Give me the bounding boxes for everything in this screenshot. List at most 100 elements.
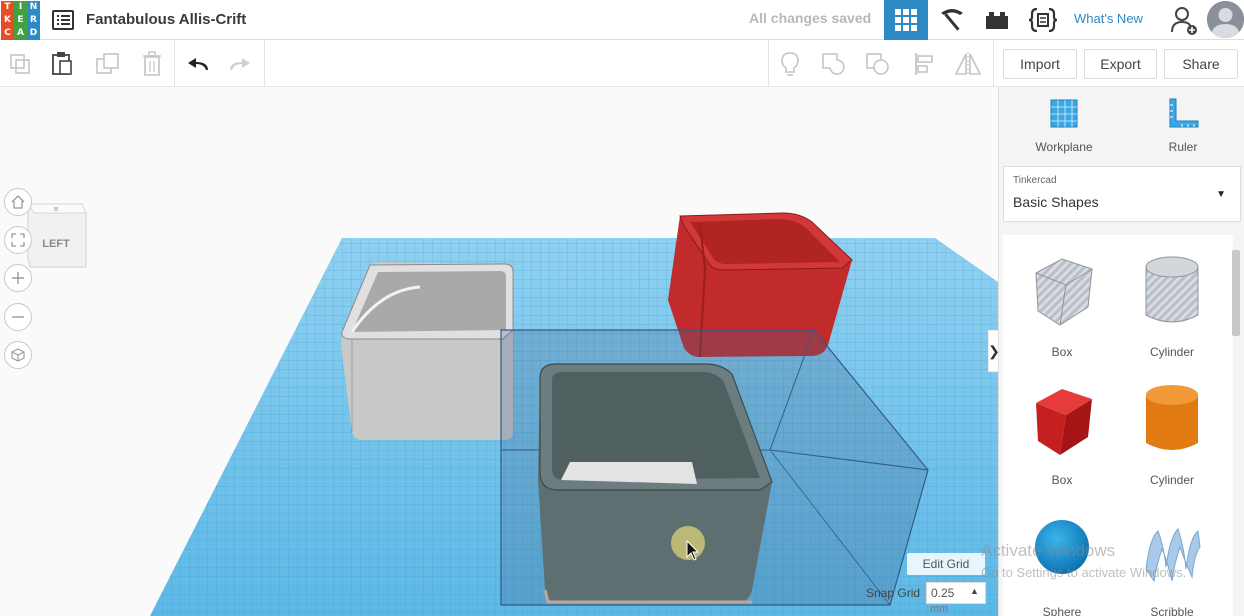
view-cube-face-label: LEFT — [42, 238, 70, 250]
shape-label: Box — [1051, 345, 1073, 359]
fit-view-button[interactable] — [4, 226, 32, 254]
3d-workplane-viewport[interactable]: ≡ LEFT — [0, 87, 998, 616]
redo-button[interactable] — [220, 40, 260, 87]
activate-windows-subtitle: Go to Settings to activate Windows. — [981, 565, 1187, 580]
shapes-panel: Workplane Ruler Tinkercad Basic Shapes ▼ — [998, 87, 1244, 616]
library-name: Basic Shapes — [1013, 194, 1099, 210]
paste-icon — [52, 51, 72, 75]
undo-arrow-icon — [188, 57, 208, 70]
shape-label: Sphere — [1042, 605, 1082, 616]
logo-letter: D — [27, 26, 40, 40]
caret-down-icon: ▼ — [1216, 189, 1226, 200]
grey-box-shape[interactable] — [341, 262, 514, 440]
mirror-icon — [954, 51, 982, 76]
scrollbar-thumb[interactable] — [1232, 250, 1240, 336]
perspective-button[interactable] — [4, 341, 32, 369]
shape-tile-scribble[interactable]: Scribble — [1117, 505, 1227, 616]
shape-tile-box-hole[interactable]: Box — [1007, 245, 1117, 365]
align-button[interactable] — [904, 40, 944, 87]
selected-dark-box-shape[interactable] — [538, 363, 773, 604]
fit-to-view-icon — [11, 233, 25, 247]
logo-letter: N — [27, 0, 40, 14]
shape-tile-box-solid[interactable]: Box — [1007, 373, 1117, 493]
cylinder-solid-icon — [1146, 385, 1198, 450]
shape-label: Box — [1051, 473, 1073, 487]
trash-icon — [143, 50, 161, 76]
ruler-tool[interactable]: Ruler — [1133, 97, 1233, 154]
invite-user-button[interactable] — [1166, 0, 1202, 40]
workplane-tool[interactable]: Workplane — [1014, 97, 1114, 154]
lego-bricks-button[interactable] — [976, 0, 1018, 40]
whats-new-link[interactable]: What's New — [1074, 11, 1143, 26]
workplane-scene[interactable] — [0, 87, 998, 616]
notes-button[interactable] — [770, 40, 810, 87]
workplane-icon — [1050, 99, 1078, 128]
copy-button[interactable] — [0, 40, 40, 87]
edit-grid-button[interactable]: Edit Grid — [907, 553, 985, 575]
shape-tile-cylinder-solid[interactable]: Cylinder — [1117, 373, 1227, 493]
zoom-out-button[interactable] — [4, 303, 32, 331]
workplane-label: Workplane — [1035, 140, 1093, 154]
save-status: All changes saved — [749, 10, 872, 26]
cylinder-hole-icon — [1145, 256, 1199, 323]
user-avatar[interactable] — [1207, 1, 1244, 38]
duplicate-button[interactable] — [88, 40, 128, 87]
group-shapes-icon — [822, 52, 845, 75]
snap-grid-unit: mm — [930, 603, 949, 615]
ungroup-shapes-icon — [866, 52, 889, 75]
shape-label: Scribble — [1150, 605, 1194, 616]
lightbulb-icon — [781, 51, 799, 76]
design-list-icon[interactable] — [52, 9, 74, 30]
shape-label: Cylinder — [1149, 473, 1194, 487]
codeblocks-button[interactable] — [1020, 0, 1066, 40]
duplicate-icon — [96, 52, 119, 74]
ruler-icon — [1169, 98, 1199, 128]
logo-letter: T — [1, 0, 14, 14]
logo-letter: K — [1, 13, 14, 27]
scribble-icon — [1145, 528, 1201, 583]
toolbar-divider — [993, 40, 994, 87]
ungroup-button[interactable] — [858, 40, 898, 87]
edit-toolbar: Import Export Share — [0, 40, 1244, 87]
library-source-label: Tinkercad — [1013, 175, 1057, 186]
toolbar-divider — [768, 40, 769, 87]
tinkercad-logo[interactable]: T I N K E R C A D — [0, 0, 40, 40]
zoom-in-button[interactable] — [4, 264, 32, 292]
shapes-scrollbar[interactable] — [1232, 240, 1242, 616]
group-button[interactable] — [814, 40, 854, 87]
mirror-button[interactable] — [948, 40, 988, 87]
brick-icon — [986, 12, 1008, 29]
3d-view-button[interactable] — [884, 0, 928, 40]
snap-grid-value: 0.25 — [931, 586, 955, 600]
perspective-cube-icon — [11, 348, 25, 362]
grid-view-icon — [895, 9, 917, 31]
minus-icon — [12, 316, 24, 318]
redo-arrow-icon — [230, 57, 250, 70]
home-icon — [11, 195, 25, 209]
home-view-button[interactable] — [4, 188, 32, 216]
view-cube[interactable]: ≡ LEFT — [26, 199, 88, 271]
paste-button[interactable] — [42, 40, 82, 87]
import-button[interactable]: Import — [1003, 49, 1077, 79]
top-bar: T I N K E R C A D Fantabulous Allis-Crif… — [0, 0, 1244, 40]
tinkercad-editor: T I N K E R C A D Fantabulous Allis-Crif… — [0, 0, 1244, 616]
shape-tile-cylinder-hole[interactable]: Cylinder — [1117, 245, 1227, 365]
activate-windows-title: Activate Windows — [981, 541, 1116, 560]
view-cube-top-marker: ≡ — [53, 205, 59, 213]
toolbar-divider — [174, 40, 175, 87]
share-button[interactable]: Share — [1164, 49, 1238, 79]
undo-button[interactable] — [178, 40, 218, 87]
logo-letter: I — [14, 0, 27, 14]
box-solid-icon — [1036, 389, 1092, 455]
snap-grid-label: Snap Grid — [866, 586, 921, 600]
export-button[interactable]: Export — [1084, 49, 1157, 79]
pickaxe-icon — [941, 9, 963, 31]
shape-library-select[interactable]: Tinkercad Basic Shapes ▼ — [1003, 166, 1241, 222]
code-braces-icon — [1028, 7, 1058, 33]
caret-up-icon[interactable]: ▲ — [970, 586, 979, 596]
box-hole-icon — [1035, 258, 1093, 326]
add-user-icon — [1171, 7, 1197, 35]
design-title[interactable]: Fantabulous Allis-Crift — [86, 11, 246, 28]
blocks-button[interactable] — [930, 0, 974, 40]
delete-button[interactable] — [132, 40, 172, 87]
